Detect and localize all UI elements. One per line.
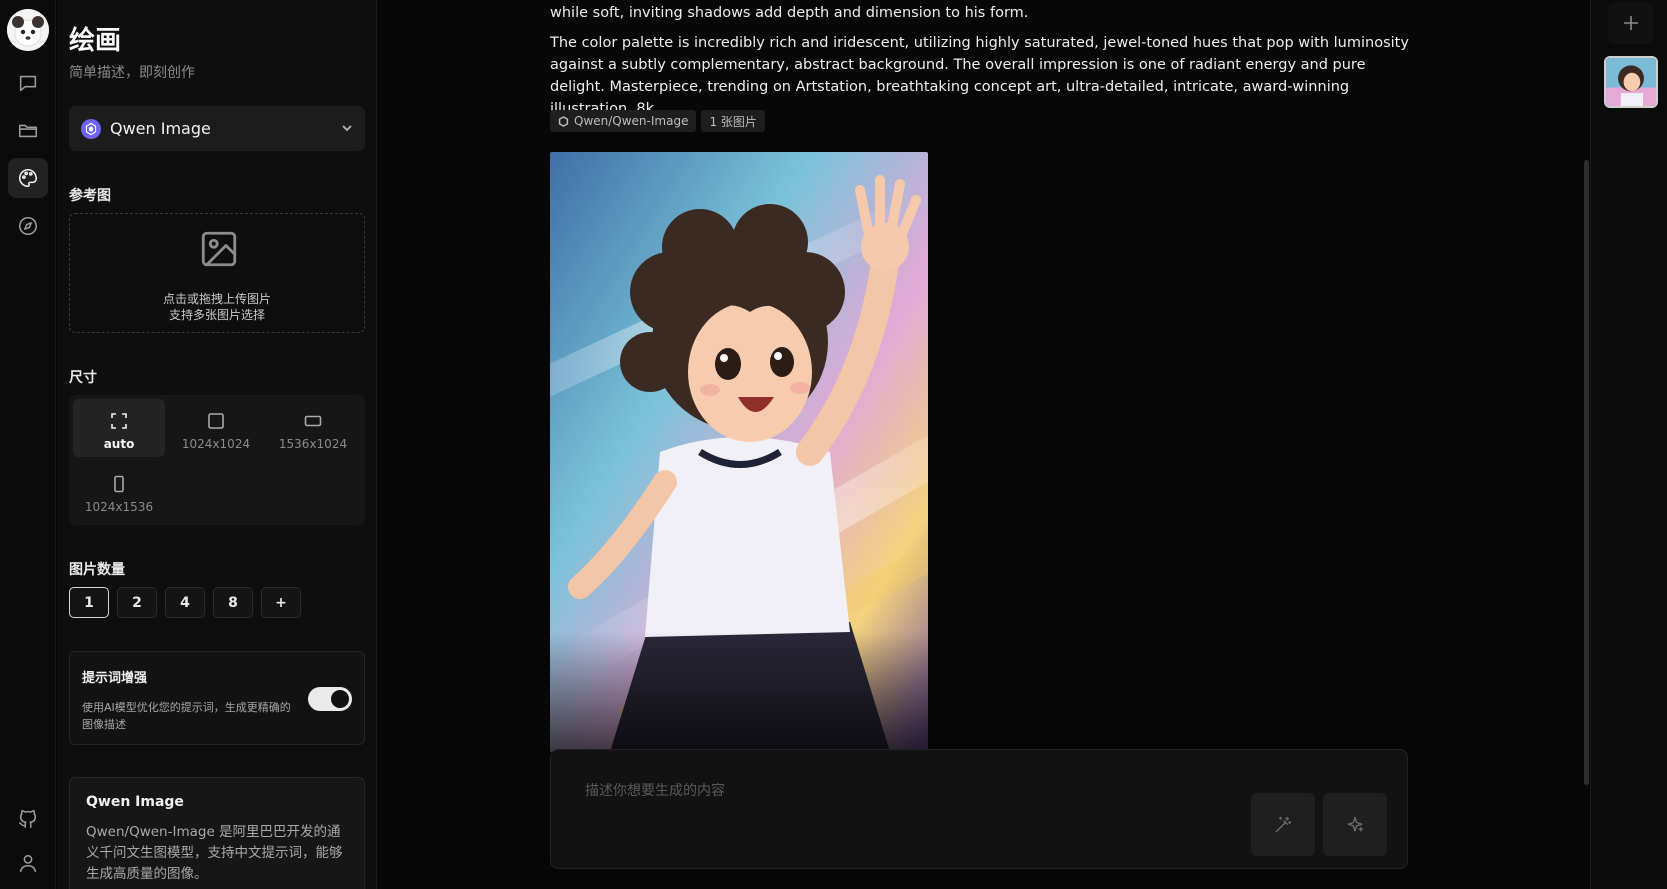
enhance-title: 提示词增强 xyxy=(82,671,148,686)
qwen-logo-icon xyxy=(81,118,101,139)
main-content: while soft, inviting shadows add depth a… xyxy=(378,0,1590,889)
model-name: Qwen Image xyxy=(110,119,211,138)
history-strip xyxy=(1590,0,1667,889)
new-session-button[interactable] xyxy=(1608,2,1654,44)
count-option-8[interactable]: 8 xyxy=(213,587,253,618)
model-info-title: Qwen Image xyxy=(86,794,184,810)
count-option-1[interactable]: 1 xyxy=(69,587,109,618)
avatar[interactable] xyxy=(7,9,49,51)
settings-panel: 绘画 简单描述，即刻创作 Qwen Image 参考图 点击或拖拽上传图片 支持… xyxy=(57,0,377,889)
size-options: auto 1024x1024 1536x1024 1024x1536 xyxy=(69,395,365,525)
upload-hint-line1: 点击或拖拽上传图片 xyxy=(162,292,271,306)
prompt-input[interactable]: 描述你想要生成的内容 xyxy=(585,780,725,800)
auto-size-icon xyxy=(111,413,127,429)
image-upload-icon xyxy=(201,231,237,267)
enhance-description: 使用AI模型优化您的提示词，生成更精确的图像描述 xyxy=(82,701,291,731)
size-label-1024x1024: 1024x1024 xyxy=(181,437,251,451)
prompt-paragraph: while soft, inviting shadows add depth a… xyxy=(550,5,1029,21)
files-button[interactable] xyxy=(8,110,48,150)
folder-icon xyxy=(18,124,38,138)
reference-label: 参考图 xyxy=(69,188,111,204)
generated-image[interactable] xyxy=(550,152,928,752)
compass-icon xyxy=(18,216,38,236)
count-option-custom[interactable]: + xyxy=(261,587,301,618)
reference-upload-dropzone[interactable]: 点击或拖拽上传图片 支持多张图片选择 xyxy=(69,213,365,333)
count-label: 图片数量 xyxy=(69,562,125,578)
explore-button[interactable] xyxy=(8,206,48,246)
model-select[interactable]: Qwen Image xyxy=(69,106,365,151)
user-icon xyxy=(19,854,37,873)
upload-hint-line2: 支持多张图片选择 xyxy=(168,308,265,322)
chevron-down-icon xyxy=(341,119,353,138)
plus-icon xyxy=(1624,16,1638,30)
size-option-auto[interactable]: auto xyxy=(73,399,165,457)
enhance-toggle[interactable] xyxy=(308,687,352,711)
user-button[interactable] xyxy=(8,843,48,883)
chat-bubble-icon xyxy=(19,75,37,92)
page-subtitle: 简单描述，即刻创作 xyxy=(69,65,195,81)
palette-icon xyxy=(19,168,38,188)
paint-button[interactable] xyxy=(8,158,48,198)
image-count-tag: 1 张图片 xyxy=(701,110,765,132)
github-icon xyxy=(18,810,37,829)
chat-button[interactable] xyxy=(8,63,48,103)
history-thumbnail[interactable] xyxy=(1604,56,1658,108)
image-count-tag-label: 1 张图片 xyxy=(709,114,757,129)
prompt-paragraph: The color palette is incredibly rich and… xyxy=(550,35,1409,117)
magic-wand-icon xyxy=(1275,816,1292,832)
size-label-1536x1024: 1536x1024 xyxy=(278,437,348,451)
size-label: 尺寸 xyxy=(69,370,97,386)
main-scrollbar[interactable] xyxy=(1584,160,1589,785)
size-option-1024x1024[interactable]: 1024x1024 xyxy=(170,399,262,457)
landscape-icon xyxy=(304,415,322,427)
icon-rail xyxy=(0,0,56,889)
prompt-composer: 描述你想要生成的内容 xyxy=(550,749,1408,869)
model-info-description: Qwen/Qwen-Image 是阿里巴巴开发的通义千问文生图模型，支持中文提示… xyxy=(86,824,343,882)
generation-tags: Qwen/Qwen-Image 1 张图片 xyxy=(550,110,765,132)
size-option-1024x1536[interactable]: 1024x1536 xyxy=(73,462,165,520)
sparkle-icon xyxy=(1347,816,1364,832)
count-option-2[interactable]: 2 xyxy=(117,587,157,618)
size-label-1024x1536: 1024x1536 xyxy=(84,500,154,514)
size-option-1536x1024[interactable]: 1536x1024 xyxy=(267,399,359,457)
model-tag-icon xyxy=(558,115,569,127)
count-option-4[interactable]: 4 xyxy=(165,587,205,618)
enhance-prompt-button[interactable] xyxy=(1251,793,1315,856)
prompt-enhance-card: 提示词增强 使用AI模型优化您的提示词，生成更精确的图像描述 xyxy=(69,651,365,745)
model-tag-label: Qwen/Qwen-Image xyxy=(574,114,689,128)
page-title: 绘画 xyxy=(69,26,122,56)
github-button[interactable] xyxy=(8,799,48,839)
generate-button[interactable] xyxy=(1323,793,1387,856)
square-icon xyxy=(208,413,224,429)
portrait-icon xyxy=(114,475,124,493)
size-label-auto: auto xyxy=(103,437,135,451)
model-info-card: Qwen Image Qwen/Qwen-Image 是阿里巴巴开发的通义千问文… xyxy=(69,777,365,889)
model-tag: Qwen/Qwen-Image xyxy=(550,110,697,132)
